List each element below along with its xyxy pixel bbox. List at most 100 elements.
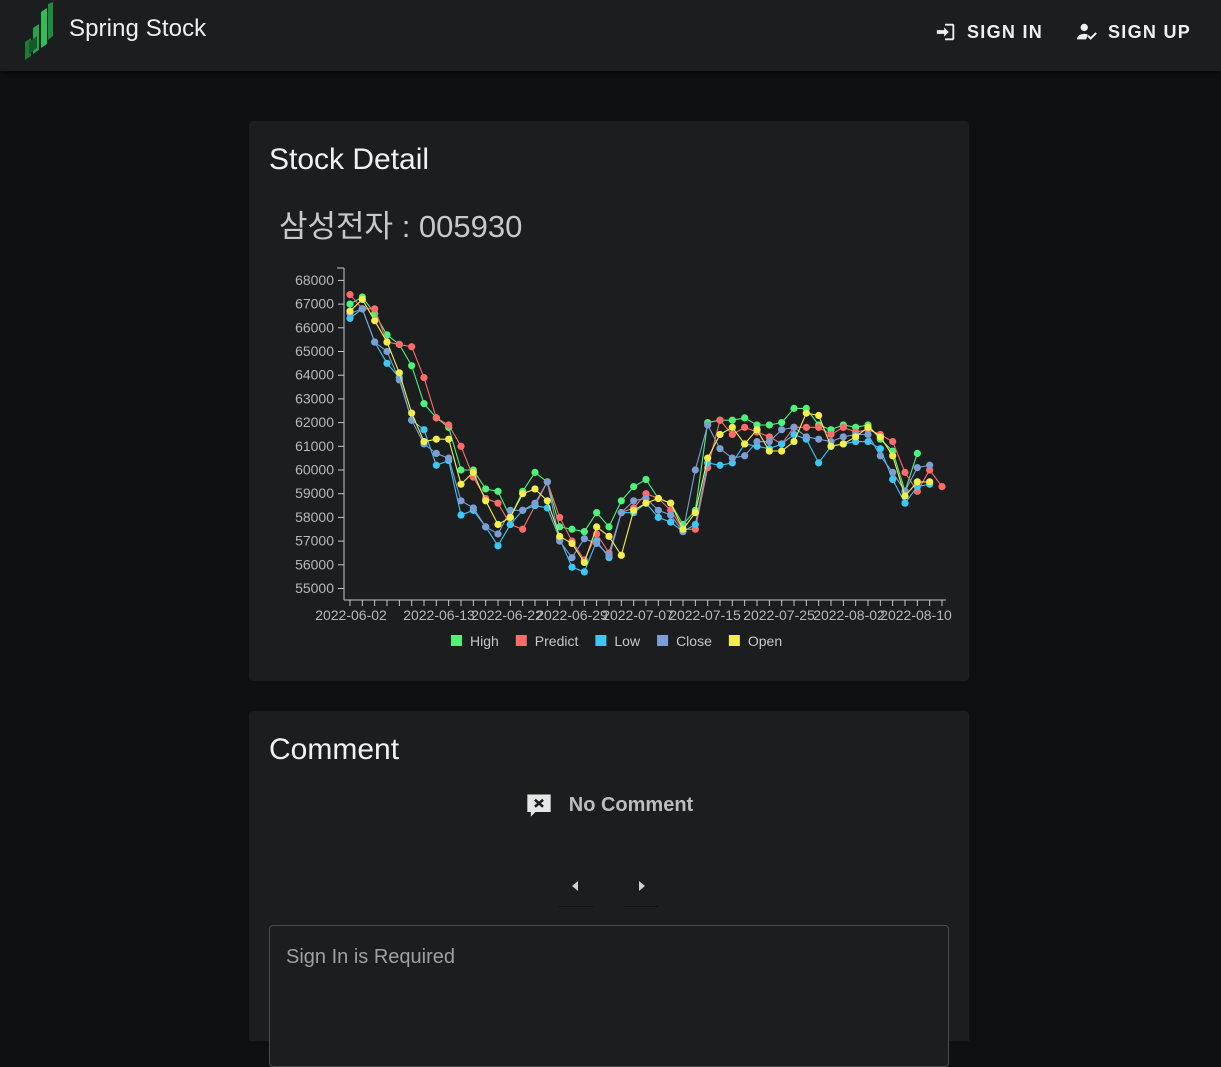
data-point-close	[605, 551, 613, 559]
data-point-high	[741, 414, 749, 422]
data-point-close	[778, 426, 786, 434]
data-point-open	[383, 338, 391, 346]
data-point-open	[802, 409, 810, 417]
data-point-close	[839, 433, 847, 441]
data-point-predict	[420, 373, 428, 382]
chevron-left-icon	[572, 881, 578, 891]
data-point-open	[876, 433, 884, 441]
data-point-low	[691, 520, 699, 529]
data-point-close	[667, 511, 675, 519]
app-bar: Spring Stock SIGN IN SIGN UP	[0, 0, 1221, 71]
data-point-high	[593, 509, 601, 517]
data-point-open	[617, 551, 625, 559]
x-tick-label: 2022-07-15	[669, 607, 741, 623]
y-tick-label: 56000	[295, 556, 334, 572]
data-point-high	[913, 449, 921, 458]
data-point-predict	[741, 423, 749, 431]
data-point-predict	[815, 423, 823, 431]
data-point-high	[728, 416, 736, 424]
data-point-predict	[519, 525, 527, 533]
x-tick-label: 2022-08-10	[880, 607, 952, 623]
x-tick-label: 2022-06-02	[315, 607, 387, 623]
data-point-open	[926, 478, 934, 486]
data-point-open	[482, 497, 490, 505]
x-tick-label: 2022-06-29	[536, 607, 608, 623]
legend-label-close: Close	[676, 633, 712, 649]
data-point-high	[482, 485, 490, 493]
data-point-low	[901, 499, 909, 507]
data-point-low	[506, 520, 514, 529]
prev-page-button[interactable]	[559, 866, 593, 907]
data-point-predict	[728, 430, 736, 439]
data-point-high	[617, 497, 625, 505]
chevron-right-icon	[639, 881, 645, 891]
app-logo-icon[interactable]	[25, 2, 53, 60]
data-point-predict	[889, 437, 897, 446]
data-point-high	[457, 466, 465, 474]
y-tick-label: 60000	[295, 462, 334, 478]
data-point-open	[371, 317, 379, 325]
x-tick-label: 2022-08-02	[813, 607, 885, 623]
next-page-button[interactable]	[624, 866, 658, 907]
y-tick-label: 67000	[295, 296, 334, 312]
data-point-open	[815, 411, 823, 420]
data-point-high	[765, 421, 773, 429]
data-point-open	[457, 480, 465, 488]
data-point-close	[876, 452, 884, 460]
app-title[interactable]: Spring Stock	[69, 15, 206, 43]
price-line-chart[interactable]: 55000 56000 57000 58000 59000 60000 61000 62000…	[249, 251, 969, 661]
no-comment-text: No Comment	[568, 793, 694, 816]
data-point-open	[790, 437, 798, 446]
data-point-close	[371, 338, 379, 346]
sign-in-button[interactable]: SIGN IN	[935, 18, 1043, 46]
data-point-close	[815, 435, 823, 443]
data-point-open	[445, 435, 453, 443]
data-point-predict	[827, 430, 835, 439]
data-point-close	[691, 466, 699, 474]
data-point-low	[778, 440, 786, 448]
data-point-open	[827, 442, 835, 450]
x-tick-label: 2022-07-25	[743, 607, 815, 623]
x-tick-label: 2022-07-07	[602, 607, 674, 623]
data-point-close	[358, 305, 366, 313]
data-point-open	[691, 509, 699, 517]
data-point-close	[531, 499, 539, 507]
y-tick-label: 65000	[295, 343, 334, 359]
data-point-high	[642, 475, 650, 484]
data-point-open	[395, 369, 403, 377]
x-tick-label: 2022-06-22	[471, 607, 543, 623]
data-point-predict	[716, 416, 724, 424]
sign-up-button[interactable]: SIGN UP	[1076, 18, 1191, 46]
data-point-close	[630, 497, 638, 505]
data-point-close	[432, 449, 440, 458]
data-point-low	[654, 513, 662, 521]
data-point-close	[913, 464, 921, 472]
data-point-predict	[556, 513, 564, 521]
data-point-predict	[432, 414, 440, 422]
comment-input[interactable]	[284, 944, 928, 1048]
data-point-close	[568, 554, 576, 562]
y-tick-label: 68000	[295, 272, 334, 288]
data-point-open	[654, 494, 662, 503]
data-point-high	[790, 404, 798, 412]
data-point-high	[778, 419, 786, 427]
data-point-high	[420, 400, 428, 408]
data-point-open	[408, 409, 416, 417]
data-point-open	[432, 435, 440, 443]
data-point-open	[568, 539, 576, 548]
no-comment-message: No Comment	[249, 791, 969, 819]
data-point-close	[580, 535, 588, 543]
data-point-low	[457, 511, 465, 519]
data-point-high	[346, 300, 354, 308]
data-point-low	[568, 563, 576, 571]
data-point-open	[864, 423, 872, 431]
comment-input-box[interactable]	[269, 925, 949, 1067]
data-point-low	[494, 542, 502, 550]
data-point-open	[667, 499, 675, 507]
login-icon	[936, 23, 955, 41]
data-point-close	[926, 461, 934, 469]
legend-label-predict: Predict	[535, 633, 579, 649]
y-tick-label: 64000	[295, 367, 334, 383]
legend-swatch-close	[657, 635, 669, 646]
data-point-close	[543, 478, 551, 486]
